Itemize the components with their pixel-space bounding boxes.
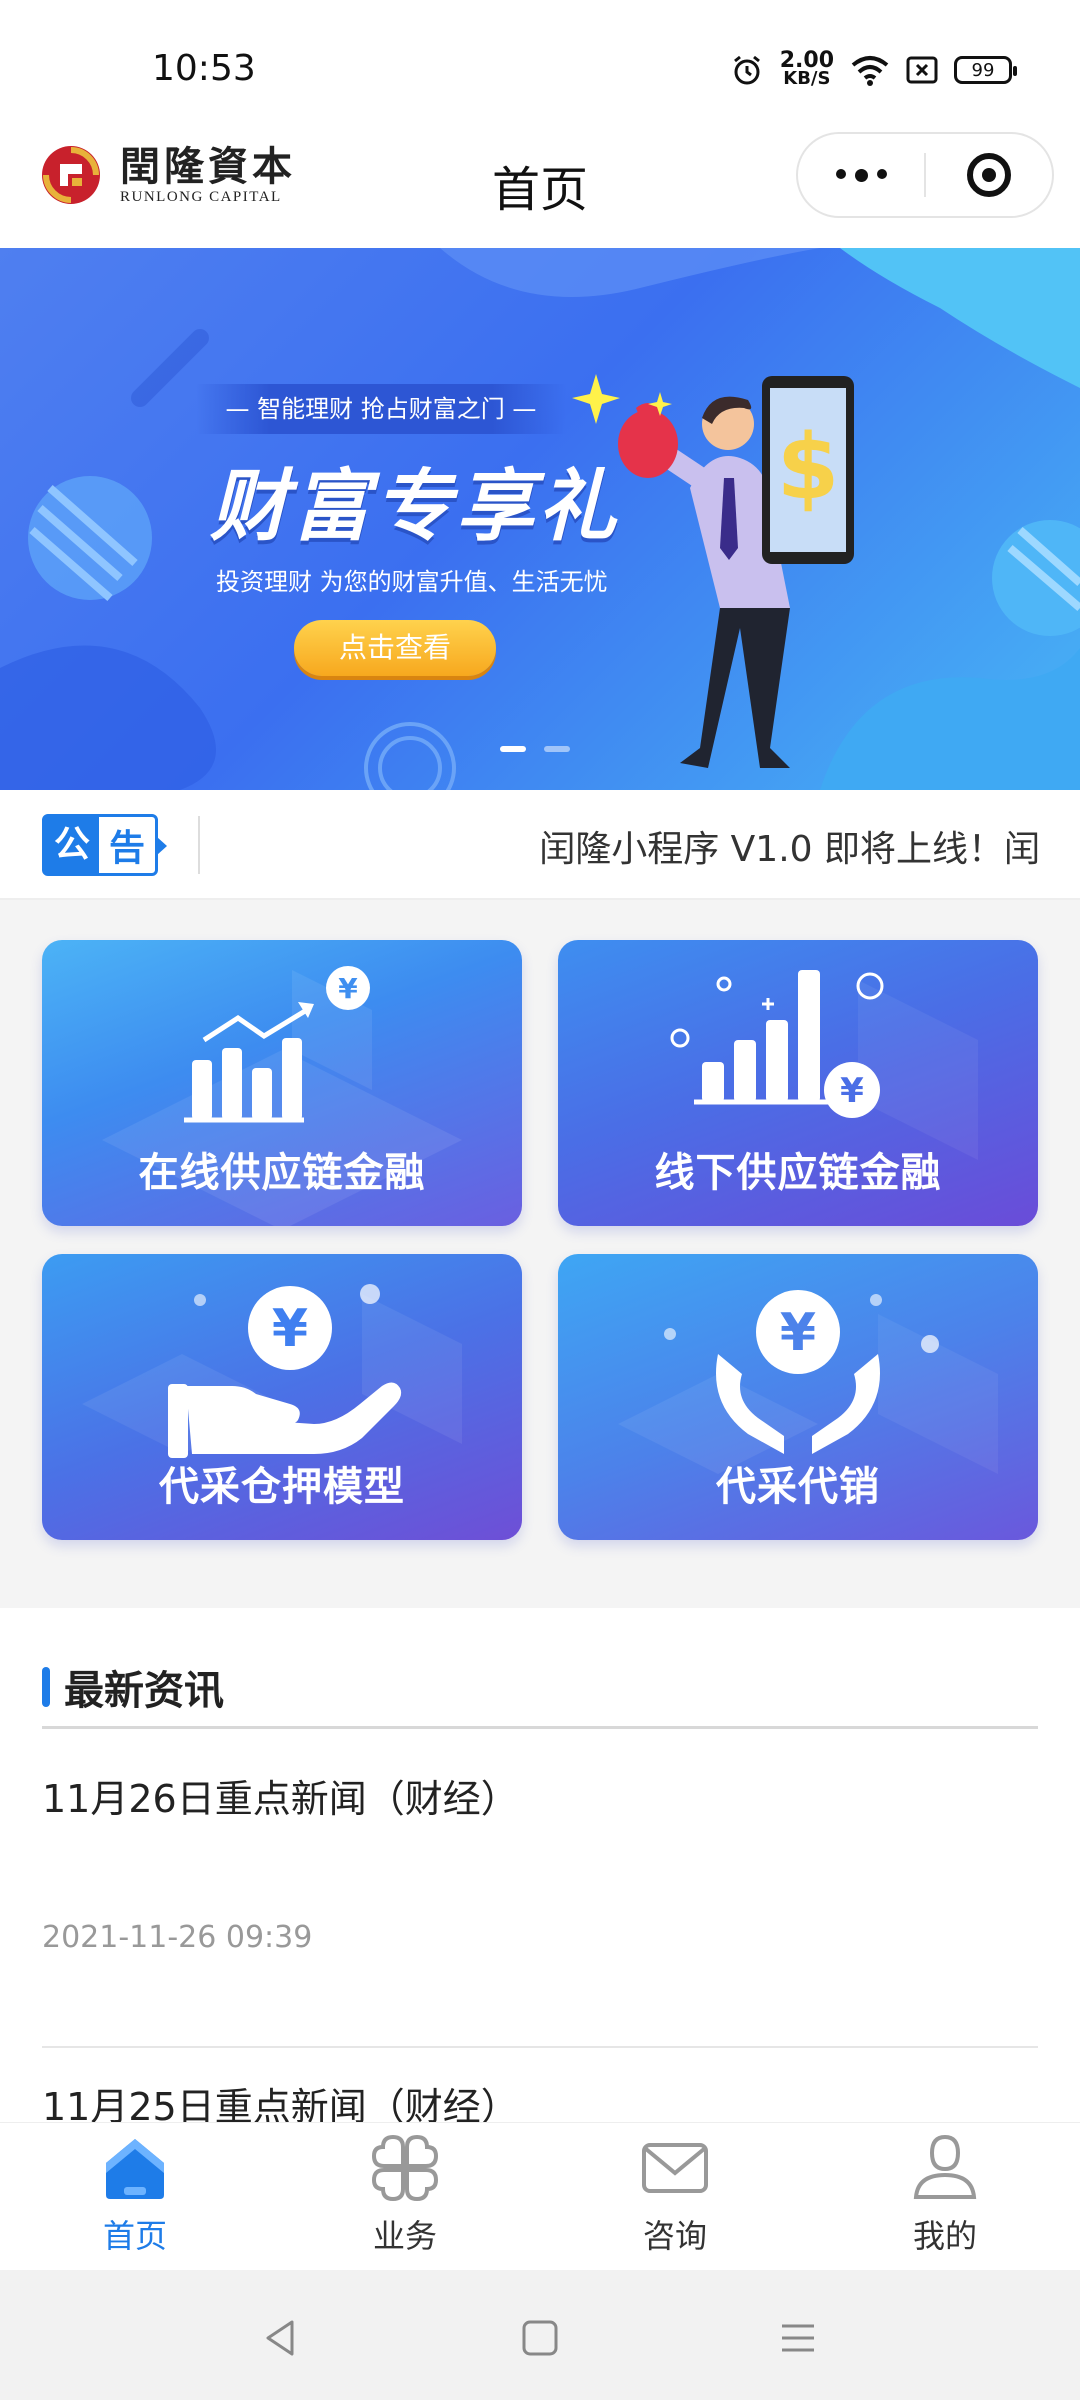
notice-tag: 公 告 xyxy=(42,814,167,876)
service-card-procure-sell[interactable]: ¥ 代采代销 xyxy=(558,1254,1038,1540)
service-card-warehouse-pledge[interactable]: ¥ 代采仓押模型 xyxy=(42,1254,522,1540)
tab-label: 首页 xyxy=(102,2217,167,2255)
close-miniprogram-button[interactable] xyxy=(926,153,1052,197)
news-heading-text: 最新资讯 xyxy=(64,1668,224,1714)
title-bar: 閏隆資本 RUNLONG CAPITAL 首页 xyxy=(0,130,1080,248)
news-heading: 最新资讯 xyxy=(42,1658,224,1716)
svg-text:¥: ¥ xyxy=(840,1071,864,1111)
notice-bar[interactable]: 公 告 闰隆小程序 V1.0 即将上线！闰 xyxy=(0,790,1080,900)
svg-text:$: $ xyxy=(777,415,840,520)
news-item-time: 2021-11-26 09:39 xyxy=(42,1920,313,1955)
status-time: 10:53 xyxy=(152,48,256,89)
home-button[interactable] xyxy=(510,2308,570,2368)
tab-label: 咨询 xyxy=(642,2217,707,2255)
banner-ribbon: — 智能理财 抢占财富之门 — xyxy=(196,384,566,434)
tab-home[interactable]: 首页 xyxy=(0,2133,270,2263)
news-item-title: 11月26日重点新闻（财经） xyxy=(42,1777,519,1821)
system-nav-bar xyxy=(0,2270,1080,2400)
banner-dot xyxy=(544,746,570,752)
heading-accent-bar xyxy=(42,1667,50,1707)
news-item[interactable]: 11月26日重点新闻（财经） 2021-11-26 09:39 xyxy=(42,1728,1038,2048)
banner-description: 投资理财 为您的财富升值、生活无忧 xyxy=(216,568,608,596)
news-section: 最新资讯 11月26日重点新闻（财经） 2021-11-26 09:39 11月… xyxy=(0,1608,1080,2122)
recents-button[interactable] xyxy=(768,2308,828,2368)
menu-icon xyxy=(782,2324,814,2352)
service-card-online-supply-chain[interactable]: ¥ 在线供应链金融 xyxy=(42,940,522,1226)
banner-view-button[interactable]: 点击查看 xyxy=(294,620,496,676)
status-icons: 2.00 KB/S 99 xyxy=(730,46,1017,94)
back-button[interactable] xyxy=(252,2308,312,2368)
promo-banner[interactable]: $ — 智能理财 抢占财富之门 — 财富专享礼 投资理财 为您的财富升值、生活无… xyxy=(0,248,1080,790)
miniprogram-capsule xyxy=(796,132,1054,218)
notice-tag-char: 公 xyxy=(45,817,99,873)
more-menu-button[interactable] xyxy=(798,168,924,182)
wifi-icon xyxy=(851,56,889,86)
svg-text:¥: ¥ xyxy=(338,972,358,1005)
svg-text:¥: ¥ xyxy=(780,1303,816,1363)
tab-label: 我的 xyxy=(912,2217,977,2255)
service-card-label: 在线供应链金融 xyxy=(138,1150,426,1196)
user-icon xyxy=(913,2134,977,2199)
service-card-label: 线下供应链金融 xyxy=(654,1150,942,1196)
battery-indicator: 99 xyxy=(954,56,1017,84)
tab-mine[interactable]: 我的 xyxy=(810,2133,1080,2263)
notice-divider xyxy=(198,816,200,874)
mail-icon xyxy=(642,2143,708,2193)
svg-text:¥: ¥ xyxy=(272,1299,308,1359)
service-card-label: 代采代销 xyxy=(716,1464,880,1510)
banner-indicator xyxy=(500,746,570,752)
target-icon xyxy=(966,153,1011,197)
back-icon xyxy=(266,2320,294,2356)
tab-label: 业务 xyxy=(372,2217,437,2255)
notice-marquee-text[interactable]: 闰隆小程序 V1.0 即将上线！闰 xyxy=(230,820,1040,872)
banner-headline: 财富专享礼 xyxy=(210,462,621,552)
banner-dot-active xyxy=(500,746,526,752)
tab-business[interactable]: 业务 xyxy=(270,2133,540,2263)
news-item-title: 11月25日重点新闻（财经） xyxy=(42,2085,519,2122)
home-icon xyxy=(106,2139,164,2199)
service-grid: ¥ 在线供应链金融 ¥ 线下供应链金融 ¥ 代采仓押模型 ¥ 代采代销 xyxy=(0,900,1080,1608)
alarm-icon xyxy=(733,55,760,85)
status-bar: 10:53 2.00 KB/S 99 xyxy=(0,0,1080,130)
sim-off-icon xyxy=(906,56,938,84)
grid-icon xyxy=(371,2134,439,2202)
notice-tag-char: 告 xyxy=(108,828,145,869)
bottom-tab-bar: 首页 业务 咨询 我的 xyxy=(0,2122,1080,2270)
news-item[interactable]: 11月25日重点新闻（财经） xyxy=(42,2050,1038,2122)
service-card-label: 代采仓押模型 xyxy=(159,1464,405,1510)
tab-consult[interactable]: 咨询 xyxy=(540,2133,810,2263)
service-card-offline-supply-chain[interactable]: ¥ 线下供应链金融 xyxy=(558,940,1038,1226)
net-speed: 2.00 KB/S xyxy=(780,50,834,89)
net-speed-unit: KB/S xyxy=(783,68,831,89)
square-icon xyxy=(522,2320,558,2356)
